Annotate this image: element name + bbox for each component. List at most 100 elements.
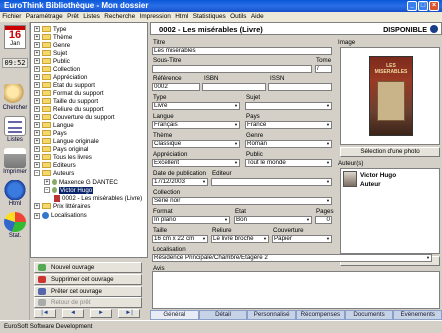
tree-item[interactable]: + Couverture du support (34, 114, 115, 122)
new-book-button[interactable]: Nouvel ouvrage (34, 262, 142, 273)
menu-outils[interactable]: Outils (228, 12, 249, 22)
rating-select[interactable]: Excellent ▼ (152, 159, 240, 167)
print-button[interactable]: Imprimer (1, 148, 29, 175)
author-photo (343, 171, 357, 187)
publisher-select[interactable]: ▼ (211, 178, 332, 186)
clock: 09:52 (2, 58, 28, 68)
theme-select[interactable]: Classique ▼ (152, 140, 240, 148)
tree-item[interactable]: + Type (34, 26, 66, 34)
menu-parametrage[interactable]: Paramétrage (24, 12, 65, 22)
menu-fichier[interactable]: Fichier (0, 12, 24, 22)
record-title: 0002 - Les misérables (Livre) (159, 25, 263, 34)
tree-item[interactable]: + Langue (34, 122, 74, 130)
gear-icon[interactable] (430, 25, 438, 33)
tab-awards[interactable]: Récompenses (296, 310, 345, 320)
stats-button[interactable]: Stat. (1, 212, 29, 239)
tree-item[interactable]: + Reliure du support (34, 106, 104, 114)
stats-label: Stat. (8, 233, 22, 239)
delete-book-button[interactable]: Supprimer cet ouvrage (34, 274, 142, 285)
volume-field[interactable]: / (315, 65, 332, 73)
select-photo-button[interactable]: Sélection d'une photo (340, 147, 440, 157)
action-panel: Nouvel ouvrage Supprimer cet ouvrage Prê… (30, 258, 148, 320)
next-record-button[interactable]: ► (90, 309, 112, 318)
stats-icon (4, 212, 26, 232)
language-select[interactable]: Français ▼ (152, 121, 240, 129)
isbn-field[interactable] (202, 83, 266, 91)
close-button[interactable]: × (429, 1, 439, 11)
html-button[interactable]: Html (1, 180, 29, 207)
html-icon (4, 180, 26, 200)
issn-field[interactable] (268, 83, 332, 91)
lists-button[interactable]: Listes (1, 116, 29, 143)
menu-pret[interactable]: Prêt (65, 12, 81, 22)
tab-custom[interactable]: Personnalisé (247, 310, 297, 320)
menu-recherche[interactable]: Recherche (102, 12, 137, 22)
collection-select[interactable]: Série noir ▼ (152, 197, 332, 205)
search-button[interactable]: Chercher (1, 84, 29, 111)
publication-date-field[interactable]: 17/12/2003 ▼ (152, 178, 208, 186)
condition-select[interactable]: Bon ▼ (234, 216, 312, 224)
print-label: Imprimer (3, 169, 27, 175)
pages-field[interactable]: 0 (315, 216, 332, 224)
tree-item-book[interactable]: 0002 - Les misérables (Livre) (54, 195, 142, 203)
tree-item[interactable]: + Tous les livres (34, 154, 92, 162)
chevron-down-icon: ▼ (326, 160, 330, 165)
cover-select[interactable]: Papier ▼ (272, 235, 332, 243)
title-field[interactable]: Les misérables (152, 47, 332, 55)
first-record-button[interactable]: |◄ (34, 309, 56, 318)
tree-item[interactable]: + Appréciation (34, 74, 87, 82)
language-label: Langue (153, 113, 174, 120)
lend-book-button[interactable]: Prêter cet ouvrage (34, 286, 142, 297)
type-select[interactable]: Livre ▼ (152, 102, 240, 110)
menu-statistiques[interactable]: Statistiques (191, 12, 228, 22)
delete-icon (38, 276, 46, 283)
tree-item[interactable]: + Pays original (34, 146, 88, 154)
menu-html[interactable]: Html (173, 12, 191, 22)
format-select[interactable]: In plano ▼ (152, 216, 230, 224)
tab-detail[interactable]: Détail (198, 310, 248, 320)
tree-item[interactable]: + Sujet (34, 50, 67, 58)
chevron-down-icon: ▼ (326, 236, 330, 241)
previous-record-button[interactable]: ◄ (62, 309, 84, 318)
folder-icon (42, 34, 51, 41)
reference-field[interactable]: 0002 (152, 83, 200, 91)
minimize-button[interactable]: _ (407, 1, 417, 11)
author-name[interactable]: Victor Hugo (360, 172, 396, 179)
isbn-label: ISBN (204, 75, 219, 82)
tree-item-author[interactable]: − Victor Hugo (44, 187, 94, 195)
tab-events[interactable]: Evènements (393, 310, 442, 320)
size-select[interactable]: 16 cm x 22 cm ▼ (152, 235, 208, 243)
tree-item[interactable]: + Public (34, 58, 70, 66)
folder-icon (42, 130, 51, 137)
tree-item[interactable]: + Taille du support (34, 98, 98, 106)
last-record-button[interactable]: ►| (118, 309, 140, 318)
tab-documents[interactable]: Documents (344, 310, 394, 320)
menu-impression[interactable]: Impression (137, 12, 173, 22)
tree-item-authors[interactable]: − Auteurs (34, 170, 74, 178)
tree-item[interactable]: + Pays (34, 130, 67, 138)
tree-item-author[interactable]: + Maxence G DANTEC (44, 179, 118, 187)
country-select[interactable]: France ▼ (245, 121, 332, 129)
tab-general[interactable]: Général (150, 310, 199, 320)
tree-item[interactable]: + Etat du support (34, 82, 95, 90)
tree-item[interactable]: + Format du support (34, 90, 104, 98)
review-field[interactable] (152, 271, 440, 309)
location-select[interactable]: Résidence Principale/Chambre/Etagère 2 ▼ (152, 254, 432, 262)
maximize-button[interactable]: □ (418, 1, 428, 11)
menu-listes[interactable]: Listes (81, 12, 102, 22)
menu-aide[interactable]: Aide (249, 12, 266, 22)
subtitle-field[interactable] (152, 65, 312, 73)
binding-select[interactable]: Le livre broché ▼ (211, 235, 269, 243)
record-panel: 0002 - Les misérables (Livre) DISPONIBLE… (150, 22, 442, 320)
tree-item[interactable]: + Localisations (34, 212, 87, 220)
tree-item[interactable]: + Collection (34, 66, 80, 74)
genre-select[interactable]: Roman ▼ (245, 140, 332, 148)
tree-item[interactable]: + Langue originale (34, 138, 99, 146)
tree-item[interactable]: + Editeurs (34, 162, 76, 170)
tree-item[interactable]: + Prix littéraires (34, 203, 90, 211)
tree-item[interactable]: + Thème (34, 34, 72, 42)
return-book-button[interactable]: Retour de prêt (34, 297, 142, 308)
subject-select[interactable]: ▼ (245, 102, 332, 110)
audience-select[interactable]: Tout le monde ▼ (245, 159, 332, 167)
tree-item[interactable]: + Genre (34, 42, 70, 50)
